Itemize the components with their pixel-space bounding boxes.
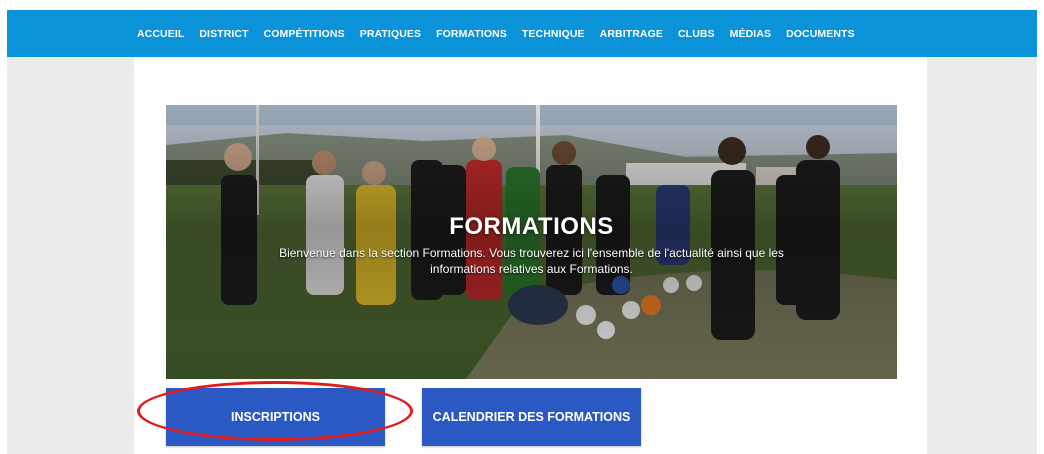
nav-item-district[interactable]: DISTRICT [199,28,248,40]
hero-subtitle: Bienvenue dans la section Formations. Vo… [279,246,784,276]
nav-item-competitions[interactable]: COMPÉTITIONS [264,28,345,40]
hero-title: FORMATIONS [449,213,614,240]
hero-banner: FORMATIONS Bienvenue dans la section For… [166,105,897,379]
top-navigation-bar: ACCUEIL DISTRICT COMPÉTITIONS PRATIQUES … [7,10,1037,57]
nav-item-arbitrage[interactable]: ARBITRAGE [600,28,663,40]
nav-item-technique[interactable]: TECHNIQUE [522,28,585,40]
nav-item-medias[interactable]: MÉDIAS [730,28,771,40]
inscriptions-button[interactable]: INSCRIPTIONS [166,388,385,446]
nav-item-formations[interactable]: FORMATIONS [436,28,507,40]
nav-item-clubs[interactable]: CLUBS [678,28,715,40]
main-content: FORMATIONS Bienvenue dans la section For… [134,57,927,454]
nav-item-documents[interactable]: DOCUMENTS [786,28,855,40]
main-nav: ACCUEIL DISTRICT COMPÉTITIONS PRATIQUES … [137,28,870,40]
browser-viewport: ACCUEIL DISTRICT COMPÉTITIONS PRATIQUES … [7,10,1037,454]
hero-text: FORMATIONS Bienvenue dans la section For… [166,213,897,277]
nav-item-pratiques[interactable]: PRATIQUES [360,28,421,40]
calendar-button[interactable]: CALENDRIER DES FORMATIONS [422,388,641,446]
nav-item-accueil[interactable]: ACCUEIL [137,28,184,40]
